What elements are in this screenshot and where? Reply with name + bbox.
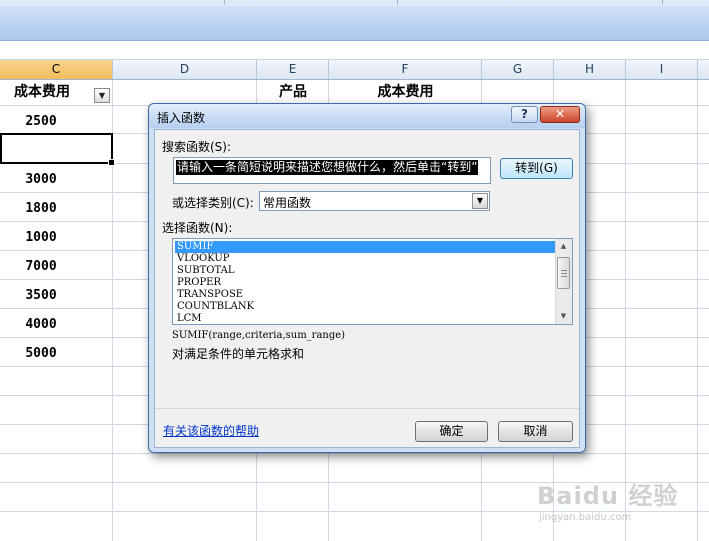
category-select[interactable]: 常用函数 ▼ xyxy=(259,191,490,211)
category-label: 或选择类别(C): xyxy=(172,196,254,210)
function-help-link[interactable]: 有关该函数的帮助 xyxy=(163,422,259,439)
function-syntax: SUMIF(range,criteria,sum_range) xyxy=(172,330,346,341)
watermark-logo: Baidu 经验 xyxy=(537,482,679,510)
dialog-titlebar[interactable]: 插入函数 ? ✕ xyxy=(149,104,585,128)
column-header-d[interactable]: D xyxy=(113,60,257,79)
function-item-lcm[interactable]: LCM xyxy=(175,313,555,324)
ribbon xyxy=(0,0,709,41)
function-item-subtotal[interactable]: SUBTOTAL xyxy=(175,265,555,277)
search-label: 搜索函数(S): xyxy=(162,140,232,154)
scroll-up-icon[interactable]: ▲ xyxy=(556,239,571,254)
column-header-c[interactable]: C xyxy=(0,60,113,79)
column-header-f[interactable]: F xyxy=(329,60,482,79)
cell-c-value[interactable]: 3500 xyxy=(0,282,82,310)
filter-dropdown-icon[interactable]: ▼ xyxy=(94,88,110,103)
cell-c-value[interactable]: 3000 xyxy=(0,166,82,194)
column-header-i[interactable]: I xyxy=(626,60,698,79)
cell-c-value[interactable]: 1000 xyxy=(0,224,82,252)
column-header-e[interactable]: E xyxy=(257,60,329,79)
function-list-label: 选择函数(N): xyxy=(162,221,233,235)
cell-c-value[interactable]: 2500 xyxy=(0,108,82,136)
active-cell[interactable] xyxy=(0,133,115,166)
close-button[interactable]: ✕ xyxy=(540,106,580,123)
ribbon-tab-strip xyxy=(0,0,709,6)
cell-c-value[interactable]: 4000 xyxy=(0,311,82,339)
column-header-g[interactable]: G xyxy=(482,60,554,79)
column-header-j[interactable] xyxy=(698,60,709,79)
goto-button[interactable]: 转到(G) xyxy=(500,158,573,179)
function-item-transpose[interactable]: TRANSPOSE xyxy=(175,289,555,301)
function-item-countblank[interactable]: COUNTBLANK xyxy=(175,301,555,313)
ok-button[interactable]: 确定 xyxy=(415,421,488,442)
list-scrollbar[interactable]: ▲ ▼ xyxy=(555,239,572,324)
scroll-down-icon[interactable]: ▼ xyxy=(556,309,571,324)
cell-c-value[interactable]: 7000 xyxy=(0,253,82,281)
function-item-sumif[interactable]: SUMIF xyxy=(175,241,555,253)
watermark-url: jingyan.baidu.com xyxy=(539,512,632,523)
search-input-text: 请输入一条简短说明来描述您想做什么，然后单击“转到” xyxy=(176,160,479,175)
search-input[interactable]: 请输入一条简短说明来描述您想做什么，然后单击“转到” xyxy=(173,157,491,184)
function-description: 对满足条件的单元格求和 xyxy=(172,347,305,361)
scroll-thumb[interactable] xyxy=(557,257,570,289)
formula-bar-area xyxy=(0,41,709,60)
baidu-watermark: Baidu 经验 jingyan.baidu.com xyxy=(537,476,687,536)
header-cell-c[interactable]: 成本费用 xyxy=(0,80,84,108)
cell-c-value[interactable]: 5000 xyxy=(0,340,82,368)
fill-handle[interactable] xyxy=(108,159,115,166)
dialog-title: 插入函数 xyxy=(157,111,206,125)
dropdown-arrow-icon[interactable]: ▼ xyxy=(472,193,488,209)
help-button[interactable]: ? xyxy=(511,106,538,123)
cancel-button[interactable]: 取消 xyxy=(498,421,573,442)
column-headers: C D E F G H I xyxy=(0,60,709,80)
function-listbox[interactable]: SUMIF VLOOKUP SUBTOTAL PROPER TRANSPOSE … xyxy=(172,238,573,325)
insert-function-dialog: 插入函数 ? ✕ 搜索函数(S): 请输入一条简短说明来描述您想做什么，然后单击… xyxy=(148,103,586,453)
divider xyxy=(155,408,579,409)
function-item-vlookup[interactable]: VLOOKUP xyxy=(175,253,555,265)
column-header-h[interactable]: H xyxy=(554,60,626,79)
dialog-body: 搜索函数(S): 请输入一条简短说明来描述您想做什么，然后单击“转到” 转到(G… xyxy=(154,129,580,448)
cell-c-value[interactable]: 1800 xyxy=(0,195,82,223)
category-value: 常用函数 xyxy=(263,196,312,210)
function-item-proper[interactable]: PROPER xyxy=(175,277,555,289)
